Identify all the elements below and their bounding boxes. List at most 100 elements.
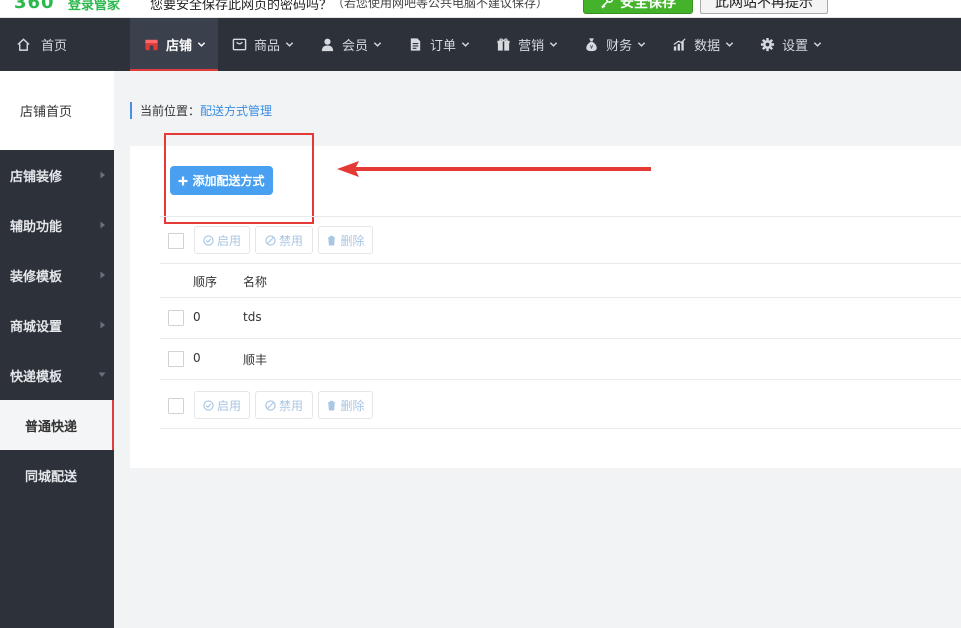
sidebar-item-mall-settings[interactable]: 商城设置 — [0, 300, 114, 350]
disable-label: 禁用 — [278, 233, 303, 248]
row-order-value: 0 — [193, 310, 201, 324]
sidebar-item-templates[interactable]: 装修模板 — [0, 250, 114, 300]
enable-button-bottom[interactable]: 启用 — [194, 391, 250, 419]
row-order-value: 0 — [193, 351, 201, 365]
delete-label: 删除 — [340, 398, 365, 413]
sidebar-item-label: 装修模板 — [10, 269, 63, 285]
add-delivery-method-button[interactable]: 添加配送方式 — [170, 166, 273, 195]
plus-icon — [178, 176, 188, 185]
chevron-right-icon — [100, 171, 105, 179]
nav-product[interactable]: 商品 — [218, 18, 306, 71]
breadcrumb-prefix: 当前位置： — [140, 104, 201, 118]
chevron-right-icon — [100, 221, 105, 229]
nav-order[interactable]: 订单 — [394, 18, 482, 71]
divider — [160, 338, 961, 339]
svg-text:¥: ¥ — [590, 45, 594, 51]
nav-data[interactable]: 数据 — [658, 18, 746, 71]
nav-order-label: 订单 — [430, 39, 457, 54]
divider — [160, 379, 961, 380]
product-icon — [232, 38, 247, 51]
column-header-order: 顺序 — [193, 275, 218, 289]
nav-home[interactable]: 首页 — [0, 18, 114, 71]
store-icon — [145, 39, 158, 51]
divider — [160, 428, 961, 429]
chevron-down-icon — [197, 42, 206, 47]
delete-button[interactable]: 删除 — [318, 226, 373, 254]
chevron-right-icon — [100, 321, 105, 329]
sidebar-item-store-home[interactable]: 店铺首页 — [0, 71, 114, 150]
chevron-down-icon — [725, 42, 734, 47]
chevron-down-icon — [813, 42, 822, 47]
enable-button[interactable]: 启用 — [194, 226, 250, 254]
check-circle-icon — [203, 234, 214, 246]
delete-label: 删除 — [340, 233, 365, 248]
360-logo: 360 — [14, 0, 55, 13]
add-delivery-method-label: 添加配送方式 — [192, 174, 265, 188]
divider — [160, 297, 961, 298]
nav-store[interactable]: 店铺 — [130, 18, 219, 71]
nav-home-label: 首页 — [41, 39, 68, 54]
sidebar-item-label: 店铺装修 — [10, 169, 63, 185]
nav-store-label: 店铺 — [166, 39, 193, 54]
never-prompt-button[interactable]: 此网站不再提示 — [700, 0, 828, 14]
disable-label: 禁用 — [278, 398, 303, 413]
gear-icon — [761, 37, 775, 52]
trash-icon — [328, 400, 336, 411]
nav-data-label: 数据 — [694, 39, 721, 54]
login-manager-label: 登录管家 — [68, 0, 121, 13]
chevron-right-icon — [100, 271, 105, 279]
save-password-hint: （若您使用网吧等公共电脑不建议保存） — [332, 0, 549, 10]
chevron-down-icon — [637, 42, 646, 47]
delete-button-bottom[interactable]: 删除 — [318, 391, 373, 419]
sidebar-item-express-templates[interactable]: 快递模板 — [0, 350, 114, 400]
trash-icon — [328, 235, 336, 246]
sidebar-item-label: 快递模板 — [10, 369, 63, 385]
sidebar-item-label: 商城设置 — [10, 319, 63, 335]
ban-icon — [265, 234, 276, 246]
row-name-value: tds — [243, 310, 262, 324]
nav-member[interactable]: 会员 — [306, 18, 394, 71]
nav-product-label: 商品 — [254, 39, 281, 54]
sidebar-item-auxiliary[interactable]: 辅助功能 — [0, 200, 114, 250]
sidebar: 店铺首页 店铺装修 辅助功能 装修模板 商城设置 快递模板 普通快递 同城配送 — [0, 71, 114, 628]
chevron-down-icon — [285, 42, 294, 47]
sidebar-subitem-normal-express[interactable]: 普通快递 — [0, 400, 114, 450]
nav-settings[interactable]: 设置 — [746, 18, 834, 71]
select-all-checkbox[interactable] — [168, 233, 184, 249]
top-navigation: 首页 店铺 商品 会员 订单 营销 ¥ 财务 数据 设置 — [0, 18, 961, 71]
safe-save-button[interactable]: 安全保存 — [583, 0, 693, 14]
enable-label: 启用 — [216, 233, 241, 248]
save-password-question: 您要安全保存此网页的密码吗？ — [150, 0, 333, 13]
safe-save-label: 安全保存 — [620, 0, 676, 11]
chevron-down-icon — [373, 42, 382, 47]
nav-finance-label: 财务 — [606, 39, 633, 54]
chart-icon — [673, 38, 686, 51]
row-checkbox[interactable] — [168, 351, 184, 367]
key-icon — [601, 0, 614, 9]
annotation-arrow — [337, 161, 651, 177]
money-bag-icon: ¥ — [586, 38, 597, 52]
row-checkbox[interactable] — [168, 310, 184, 326]
select-all-checkbox-bottom[interactable] — [168, 398, 184, 414]
check-circle-icon — [203, 399, 214, 411]
nav-marketing[interactable]: 营销 — [482, 18, 570, 71]
divider — [160, 263, 961, 264]
sidebar-item-label: 辅助功能 — [10, 219, 63, 235]
gift-icon — [497, 38, 510, 51]
row-name-value: 顺丰 — [243, 353, 268, 367]
nav-finance[interactable]: ¥ 财务 — [570, 18, 658, 71]
home-icon — [17, 38, 30, 51]
disable-button[interactable]: 禁用 — [255, 226, 313, 254]
chevron-down-icon — [549, 42, 558, 47]
breadcrumb: 当前位置： 配送方式管理 — [130, 102, 272, 119]
sidebar-item-store-decoration[interactable]: 店铺装修 — [0, 150, 114, 200]
column-header-name: 名称 — [243, 275, 268, 289]
password-save-bar: 360 登录管家 您要安全保存此网页的密码吗？ （若您使用网吧等公共电脑不建议保… — [0, 0, 961, 18]
nav-member-label: 会员 — [342, 39, 369, 54]
breadcrumb-current-link[interactable]: 配送方式管理 — [200, 102, 272, 119]
sidebar-subitem-local-delivery[interactable]: 同城配送 — [0, 450, 114, 500]
enable-label: 启用 — [216, 398, 241, 413]
ban-icon — [265, 399, 276, 411]
order-icon — [410, 38, 421, 51]
disable-button-bottom[interactable]: 禁用 — [255, 391, 313, 419]
